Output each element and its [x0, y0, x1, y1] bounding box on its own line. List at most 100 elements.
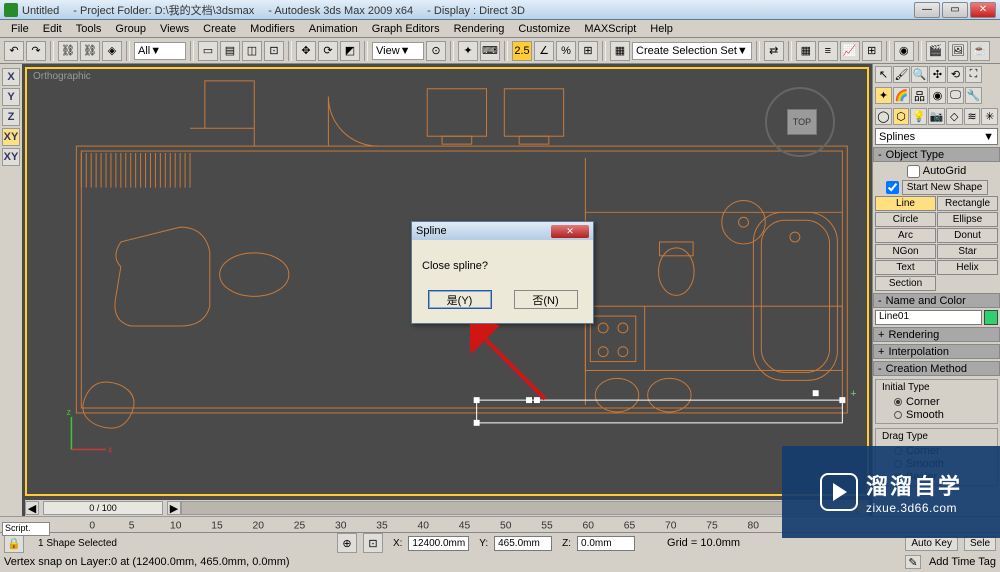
layer-button[interactable]: ≡ [818, 41, 838, 61]
ref-coord-combo[interactable]: View ▼ [372, 42, 424, 60]
shapes-icon[interactable]: ⬡ [893, 108, 910, 125]
autogrid-checkbox[interactable] [907, 165, 920, 178]
schematic-button[interactable]: ⊞ [862, 41, 882, 61]
pan-icon[interactable]: ✣ [929, 66, 946, 83]
helpers-icon[interactable]: ◇ [946, 108, 963, 125]
prompt-icon[interactable]: ✎ [905, 555, 921, 569]
object-name-input[interactable]: Line01 [875, 310, 982, 325]
link-button[interactable]: ⛓ [58, 41, 78, 61]
angle-snap-button[interactable]: ∠ [534, 41, 554, 61]
menu-file[interactable]: File [4, 23, 36, 35]
manip-button[interactable]: ✦ [458, 41, 478, 61]
undo-button[interactable]: ↶ [4, 41, 24, 61]
space-warps-icon[interactable]: ≋ [964, 108, 981, 125]
geom-icon[interactable]: ◯ [875, 108, 892, 125]
timeline-right-button[interactable]: ▶ [167, 501, 181, 515]
rectangle-button[interactable]: Rectangle [937, 196, 998, 211]
named-sel-button[interactable]: ▦ [610, 41, 630, 61]
cameras-icon[interactable]: 📷 [928, 108, 945, 125]
snap-button[interactable]: 2.5 [512, 41, 532, 61]
align-button[interactable]: ▦ [796, 41, 816, 61]
menu-rendering[interactable]: Rendering [447, 23, 512, 35]
create-tab-icon[interactable]: ✦ [875, 87, 892, 104]
axis-y-button[interactable]: Y [2, 88, 20, 106]
dialog-yes-button[interactable]: 是(Y) [428, 290, 492, 309]
initial-smooth-radio[interactable]: Smooth [882, 408, 991, 421]
axis-x-button[interactable]: X [2, 68, 20, 86]
donut-button[interactable]: Donut [937, 228, 998, 243]
curve-editor-button[interactable]: 📈 [840, 41, 860, 61]
hierarchy-tab-icon[interactable]: 品 [911, 87, 928, 104]
brush-icon[interactable]: 🖌 [893, 66, 910, 83]
menu-animation[interactable]: Animation [302, 23, 365, 35]
text-button[interactable]: Text [875, 260, 936, 275]
add-time-tag[interactable]: Add Time Tag [929, 556, 996, 568]
axis-z-button[interactable]: Z [2, 108, 20, 126]
menu-edit[interactable]: Edit [36, 23, 69, 35]
rollout-object-type[interactable]: -Object Type [873, 147, 1000, 162]
systems-icon[interactable]: ✳ [981, 108, 998, 125]
menu-tools[interactable]: Tools [69, 23, 109, 35]
lights-icon[interactable]: 💡 [910, 108, 927, 125]
line-button[interactable]: Line [875, 196, 936, 211]
object-color-swatch[interactable] [984, 310, 998, 325]
spinner-snap-button[interactable]: ⊞ [578, 41, 598, 61]
move-button[interactable]: ✥ [296, 41, 316, 61]
minimize-button[interactable]: — [914, 2, 940, 18]
menu-maxscript[interactable]: MAXScript [577, 23, 643, 35]
pivot-button[interactable]: ⊙ [426, 41, 446, 61]
star-button[interactable]: Star [937, 244, 998, 259]
helix-button[interactable]: Helix [937, 260, 998, 275]
arrow-icon[interactable]: ↖ [875, 66, 892, 83]
time-slider[interactable]: 0 / 100 [43, 501, 163, 515]
ellipse-button[interactable]: Ellipse [937, 212, 998, 227]
menu-views[interactable]: Views [153, 23, 196, 35]
start-new-shape-checkbox[interactable] [886, 181, 899, 194]
quick-render-button[interactable]: ☕ [970, 41, 990, 61]
render-frame-button[interactable]: 🖼 [948, 41, 968, 61]
named-sel-combo[interactable]: Create Selection Set ▼ [632, 42, 752, 60]
bind-button[interactable]: ◈ [102, 41, 122, 61]
zoom-icon[interactable]: 🔍 [911, 66, 928, 83]
rollout-name-color[interactable]: -Name and Color [873, 293, 1000, 308]
rollout-creation-method[interactable]: -Creation Method [873, 361, 1000, 376]
timeline-left-button[interactable]: ◀ [25, 501, 39, 515]
abs-rel-icon[interactable]: ⊡ [363, 533, 383, 553]
display-tab-icon[interactable]: 🖵 [947, 87, 964, 104]
time-track[interactable] [181, 501, 857, 515]
max-icon[interactable]: ⛶ [965, 66, 982, 83]
modify-tab-icon[interactable]: 🌈 [893, 87, 910, 104]
section-button[interactable]: Section [875, 276, 936, 291]
unlink-button[interactable]: ⛓ [80, 41, 100, 61]
window-cross-button[interactable]: ⊡ [264, 41, 284, 61]
mirror-button[interactable]: ⇄ [764, 41, 784, 61]
rollout-interpolation[interactable]: +Interpolation [873, 344, 1000, 359]
select-name-button[interactable]: ▤ [220, 41, 240, 61]
axis-xy-button[interactable]: XY [2, 128, 20, 146]
start-new-shape-button[interactable]: Start New Shape [902, 180, 988, 195]
orbit-icon[interactable]: ⟲ [947, 66, 964, 83]
rotate-button[interactable]: ⟳ [318, 41, 338, 61]
rollout-rendering[interactable]: +Rendering [873, 327, 1000, 342]
select-button[interactable]: ▭ [198, 41, 218, 61]
initial-corner-radio[interactable]: Corner [882, 395, 991, 408]
maximize-button[interactable]: ▭ [942, 2, 968, 18]
close-button[interactable]: ✕ [970, 2, 996, 18]
dialog-close-button[interactable]: ✕ [551, 225, 589, 238]
motion-tab-icon[interactable]: ◉ [929, 87, 946, 104]
menu-modifiers[interactable]: Modifiers [243, 23, 302, 35]
menu-help[interactable]: Help [643, 23, 680, 35]
keyboard-button[interactable]: ⌨ [480, 41, 500, 61]
viewcube[interactable]: TOP [765, 87, 835, 157]
axis-xy2-button[interactable]: XY [2, 148, 20, 166]
menu-create[interactable]: Create [196, 23, 243, 35]
scale-button[interactable]: ◩ [340, 41, 360, 61]
material-button[interactable]: ◉ [894, 41, 914, 61]
menu-group[interactable]: Group [108, 23, 153, 35]
select-region-button[interactable]: ◫ [242, 41, 262, 61]
lock-icon[interactable]: 🔒 [4, 533, 24, 553]
render-setup-button[interactable]: 🎬 [926, 41, 946, 61]
dialog-no-button[interactable]: 否(N) [514, 290, 578, 309]
percent-snap-button[interactable]: % [556, 41, 576, 61]
category-combo[interactable]: Splines▼ [875, 128, 998, 145]
